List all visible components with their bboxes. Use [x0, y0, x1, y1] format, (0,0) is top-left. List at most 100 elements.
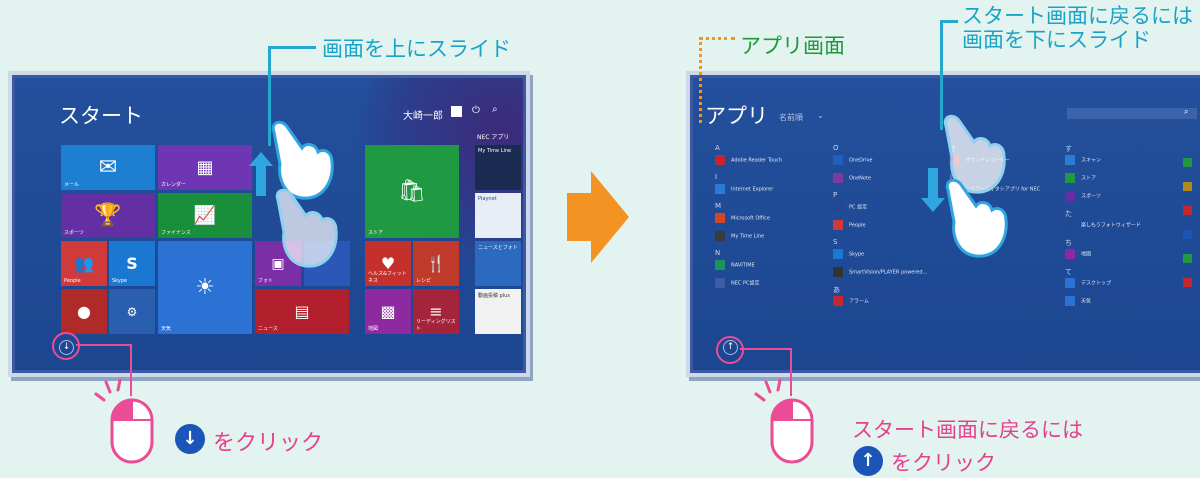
mouse-left-click-icon — [754, 378, 814, 464]
app-list-item[interactable]: Skype — [833, 249, 864, 259]
tile-label: ニュース — [258, 326, 278, 332]
apps-group-letter: ち — [1065, 239, 1072, 247]
power-icon[interactable]: ⏻ — [472, 105, 480, 116]
sort-dropdown[interactable]: 名前順 — [779, 112, 803, 123]
app-name: People — [849, 222, 866, 229]
app-icon — [833, 296, 843, 306]
app-name: スキャン — [1081, 157, 1102, 164]
tile-nec-video[interactable]: 動画投稿 plus — [475, 289, 521, 334]
tile-label: スポーツ — [64, 230, 84, 236]
app-icon — [833, 202, 843, 212]
tile-label: カレンダー — [161, 182, 187, 188]
tile-skype[interactable]: S Skype — [109, 241, 155, 286]
app-list-item[interactable]: デスクトップ — [1065, 278, 1111, 288]
app-name: ストア — [1081, 175, 1097, 182]
finance-icon: 📈 — [193, 204, 217, 226]
app-list-item[interactable]: SmartVision/PLAYER powered… — [833, 267, 928, 277]
apps-group-letter: す — [1065, 145, 1072, 153]
click-callout-line — [76, 344, 132, 346]
app-name: Adobe Reader Touch — [731, 157, 783, 164]
app-name: NEC PC設定 — [731, 280, 760, 287]
tile-photo[interactable]: ● — [61, 289, 107, 334]
sort-chevron-down-icon[interactable]: ⌄ — [817, 111, 824, 120]
tile-news[interactable]: ▤ ニュース — [255, 289, 349, 334]
app-list-item[interactable]: Microsoft Office — [715, 213, 770, 223]
user-avatar-icon[interactable] — [451, 106, 462, 117]
apps-search-input[interactable] — [1067, 108, 1197, 119]
tile-health[interactable]: ♥ ヘルス&フィットネス — [365, 241, 411, 286]
tile-recipe[interactable]: 🍴 レシピ — [413, 241, 459, 286]
tile-small-group[interactable]: ⚙ — [109, 289, 155, 334]
tile-label: 天気 — [161, 326, 172, 332]
trophy-icon: 🏆 — [94, 202, 122, 228]
recipe-icon: 🍴 — [426, 253, 446, 273]
app-list-item[interactable]: スポーツ — [1065, 191, 1101, 201]
app-list-item[interactable]: NEC PC設定 — [715, 278, 760, 288]
app-icon — [833, 155, 843, 165]
app-icon — [1065, 191, 1075, 201]
tile-label: リーディングリスト — [416, 319, 456, 332]
down-circle-icon: ↓ — [175, 424, 205, 454]
app-list-item[interactable]: OneNote — [833, 173, 871, 183]
tile-calendar[interactable]: ▦ カレンダー — [158, 145, 252, 190]
app-list-item[interactable]: Internet Explorer — [715, 184, 773, 194]
tile-map[interactable]: ▩ 地図 — [365, 289, 411, 334]
app-list-item[interactable]: 楽しもうフォトウィザード — [1065, 220, 1141, 230]
tile-people[interactable]: 👥 People — [61, 241, 107, 286]
app-name: NAVITIME — [731, 262, 755, 269]
apps-title: アプリ — [705, 104, 768, 128]
click-down-instruction: をクリック — [213, 431, 324, 456]
hand-pointer-icon-active — [945, 178, 1008, 258]
app-list-item[interactable]: 天気 — [1065, 296, 1091, 306]
app-list-item[interactable]: 地図 — [1065, 249, 1091, 259]
tile-label: People — [64, 278, 81, 284]
app-icon — [833, 173, 843, 183]
tile-mail[interactable]: ✉ メール — [61, 145, 155, 190]
app-list-item[interactable]: Adobe Reader Touch — [715, 155, 782, 165]
tile-nec-playnet[interactable]: Playnet — [475, 193, 521, 238]
tile-weather[interactable]: ☀ 天気 — [158, 241, 252, 334]
app-icon-partial[interactable] — [1183, 206, 1192, 215]
app-name: Internet Explorer — [731, 186, 774, 193]
news-icon: ▤ — [294, 301, 310, 321]
app-list-item[interactable]: NAVITIME — [715, 260, 755, 270]
apps-group-letter: あ — [833, 286, 840, 294]
tile-label: メール — [64, 182, 80, 188]
user-name[interactable]: 大崎一郎 — [403, 107, 443, 122]
app-icon — [715, 184, 725, 194]
app-icon-partial[interactable] — [1183, 278, 1192, 287]
app-icon-partial[interactable] — [1183, 182, 1192, 191]
mouse-left-click-icon — [94, 378, 154, 464]
app-list-item[interactable]: ストア — [1065, 173, 1096, 183]
app-icon-partial[interactable] — [1183, 254, 1192, 263]
app-list-item[interactable]: People — [833, 220, 866, 230]
tile-reading-list[interactable]: ≡ リーディングリスト — [413, 289, 459, 334]
apps-group-letter: O — [833, 144, 839, 152]
search-icon[interactable]: ⌕ — [492, 104, 498, 115]
tile-nec-mytimeline[interactable]: My Time Line — [475, 145, 521, 190]
app-icon — [1065, 249, 1075, 259]
app-list-item[interactable]: OneDrive — [833, 155, 873, 165]
search-icon[interactable]: ⌕ — [1184, 107, 1188, 117]
app-icon-partial[interactable] — [1183, 230, 1192, 239]
app-icon — [833, 220, 843, 230]
app-screen-label: アプリ画面 — [740, 34, 845, 58]
app-icon — [1065, 220, 1075, 230]
arrow-right-icon — [567, 171, 629, 263]
down-button-highlight — [52, 332, 80, 360]
tile-store[interactable]: 🛍 ストア — [365, 145, 459, 238]
tile-label: 地図 — [368, 326, 379, 332]
app-icon-partial[interactable] — [1183, 158, 1192, 167]
app-list-item[interactable]: アラーム — [833, 296, 869, 306]
tile-sports[interactable]: 🏆 スポーツ — [61, 193, 155, 238]
app-list-item[interactable]: My Time Line — [715, 231, 764, 241]
apps-group-letter: N — [715, 249, 721, 257]
nec-tile-label: ニュースとフォト — [478, 245, 518, 251]
tile-nec-news-photo[interactable]: ニュースとフォト — [475, 241, 521, 286]
apps-group-letter: た — [1065, 210, 1072, 218]
app-list-item[interactable]: スキャン — [1065, 155, 1101, 165]
tile-finance[interactable]: 📈 ファイナンス — [158, 193, 252, 238]
click-up-callout-line — [740, 348, 792, 350]
app-list-item[interactable]: PC 設定 — [833, 202, 867, 212]
apps-group-letter: S — [833, 238, 838, 246]
